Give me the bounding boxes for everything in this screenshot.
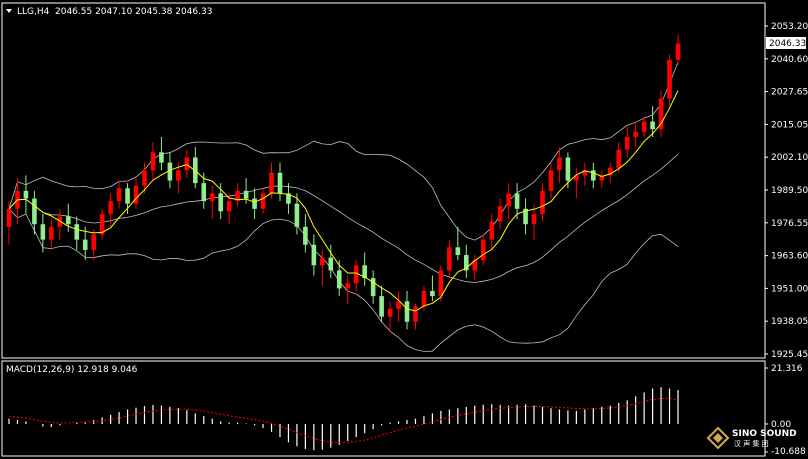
candle-body — [269, 172, 274, 194]
candle-body — [142, 170, 147, 186]
candle-body — [294, 203, 300, 227]
macd-label: MACD(12,26,9) 12.918 9.046 — [6, 365, 138, 375]
candle-body — [108, 201, 113, 214]
price-axis-label: 1938.05 — [771, 317, 808, 327]
symbol-label: LLG,H4 — [17, 7, 50, 17]
candle-body — [32, 198, 37, 225]
current-price-tag: 2046.33 — [766, 37, 806, 49]
candle-body — [675, 43, 681, 60]
price-axis-label: 2015.05 — [771, 120, 808, 130]
candle-body — [624, 136, 630, 150]
candle-body — [125, 188, 130, 204]
candle-body — [209, 193, 215, 202]
candle-body — [447, 247, 452, 271]
candle-body — [311, 244, 317, 266]
candle-body — [497, 206, 503, 222]
candle-body — [260, 193, 266, 209]
candle-body — [421, 290, 427, 307]
candle-body — [404, 301, 410, 322]
candle-body — [91, 234, 96, 250]
candle-body — [303, 226, 308, 245]
watermark-brand: SINO SOUND — [732, 429, 797, 439]
macd-axis-label: -10.688 — [771, 447, 806, 457]
candle-body — [455, 247, 461, 256]
candle-body — [650, 121, 655, 130]
candle-body — [184, 157, 190, 171]
candle-body — [252, 198, 257, 209]
candle-body — [159, 152, 164, 163]
candle-body — [320, 257, 325, 266]
price-axis-label: 1925.45 — [771, 350, 808, 360]
price-axis-label: 1989.50 — [771, 186, 808, 196]
candle-body — [633, 131, 638, 137]
candle-body — [489, 221, 494, 240]
candle-body — [328, 257, 334, 271]
price-axis-label: 1951.00 — [771, 284, 808, 294]
candle-body — [548, 170, 554, 191]
candle-body — [82, 239, 88, 250]
candle-body — [506, 193, 511, 207]
candle-body — [591, 170, 596, 181]
candle-body — [413, 306, 418, 322]
candle-body — [345, 283, 351, 289]
candle-body — [531, 213, 537, 225]
candle-body — [218, 193, 224, 212]
candle-body — [201, 183, 207, 202]
candle-body — [49, 226, 54, 240]
candle-body — [387, 308, 393, 317]
ohlc-readout: 2046.55 2047.10 2045.38 2046.33 — [55, 7, 212, 17]
trading-chart[interactable]: LLG,H4 2046.55 2047.10 2045.38 2046.33 2… — [0, 0, 808, 459]
candle-body — [565, 157, 571, 181]
candle-body — [438, 270, 444, 297]
price-axis-label: 2002.10 — [771, 153, 808, 163]
candle-body — [557, 157, 562, 171]
candle-body — [74, 224, 80, 240]
candle-body — [226, 201, 232, 212]
candle-body — [616, 149, 622, 168]
candle-body — [540, 190, 545, 214]
candle-body — [658, 98, 664, 130]
candle-body — [430, 290, 435, 297]
price-axis-label: 2053.20 — [771, 22, 808, 32]
candle-body — [116, 188, 122, 202]
candle-body — [23, 190, 29, 199]
candle-body — [243, 190, 249, 199]
price-axis-label: 2027.65 — [771, 88, 808, 98]
candle-body — [514, 193, 520, 209]
price-axis-label: 2040.60 — [771, 55, 808, 65]
candle-body — [6, 208, 12, 227]
candle-body — [150, 152, 156, 171]
candle-body — [641, 121, 647, 132]
price-axis-label: 1963.60 — [771, 252, 808, 262]
candle-body — [176, 170, 181, 181]
candle-body — [40, 224, 46, 240]
macd-axis-label: 21.316 — [771, 364, 803, 374]
candle-body — [336, 270, 342, 289]
candle-body — [379, 296, 384, 317]
candle-body — [480, 239, 486, 261]
current-price: 2046.33 — [769, 39, 806, 49]
price-axis-label: 1976.55 — [771, 219, 808, 229]
candle-body — [667, 59, 672, 99]
watermark-sub: 汉 声 集 团 — [734, 439, 769, 448]
candle-body — [277, 172, 283, 194]
candle-body — [65, 216, 71, 225]
